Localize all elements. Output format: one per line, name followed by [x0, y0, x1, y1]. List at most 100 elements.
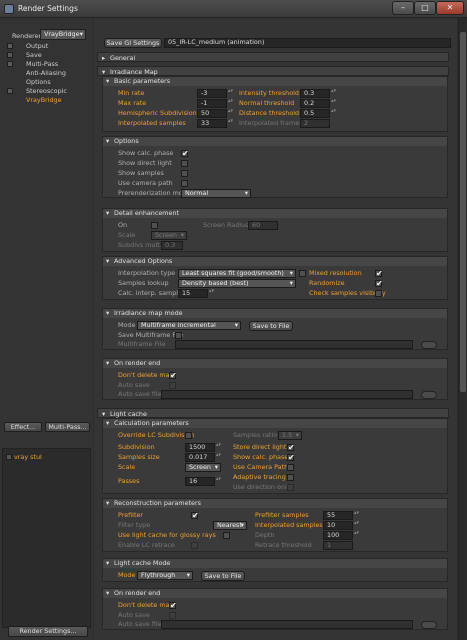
- ir-save-to-file-button[interactable]: Save to File: [249, 321, 293, 331]
- tree-item-output[interactable]: Output: [4, 42, 90, 51]
- group-header[interactable]: ▾ On render end: [103, 359, 447, 368]
- spinner-icon[interactable]: ▴▾: [216, 477, 221, 486]
- hemispheric-subdivision-input[interactable]: 50: [197, 109, 227, 118]
- tree-item-stereoscopic[interactable]: Stereoscopic: [4, 87, 90, 96]
- use-lc-glossy-checkbox[interactable]: [223, 532, 230, 539]
- spinner-icon[interactable]: ▴▾: [331, 89, 336, 98]
- show-calc-phase-checkbox[interactable]: ✔: [181, 150, 189, 158]
- prefilter-checkbox[interactable]: ✔: [191, 512, 199, 520]
- lc-show-calc-phase-checkbox[interactable]: ✔: [287, 454, 295, 462]
- store-direct-light-checkbox[interactable]: ✔: [287, 444, 295, 452]
- normal-threshold-input[interactable]: 0.2: [300, 99, 330, 108]
- detail-scale-select[interactable]: Screen: [151, 231, 187, 240]
- enable-lc-retrace-checkbox[interactable]: [191, 542, 198, 549]
- spinner-icon[interactable]: ▴▾: [331, 99, 336, 108]
- interpolation-type-select[interactable]: Least squares fit (good/smooth): [178, 269, 296, 278]
- lc-auto-save-file-input[interactable]: [161, 620, 413, 629]
- spinner-icon[interactable]: ▴▾: [354, 531, 359, 540]
- renderer-select[interactable]: VrayBridge: [40, 29, 86, 40]
- auto-save-file-input[interactable]: [161, 390, 413, 399]
- stereoscopic-checkbox[interactable]: [7, 88, 13, 94]
- tree-item-save[interactable]: Save: [4, 51, 90, 60]
- multipass-button[interactable]: Multi-Pass...: [45, 422, 90, 432]
- distance-threshold-input[interactable]: 0.5: [300, 109, 330, 118]
- spinner-icon[interactable]: ▴▾: [331, 109, 336, 118]
- samples-size-input[interactable]: 0.017: [185, 453, 215, 462]
- lc-interpolated-samples-input[interactable]: 10: [323, 521, 353, 530]
- save-checkbox[interactable]: [7, 52, 13, 58]
- spinner-icon[interactable]: ▴▾: [209, 289, 214, 298]
- section-light-cache[interactable]: ▾ Light cache: [97, 408, 449, 418]
- min-rate-input[interactable]: -3: [197, 89, 227, 98]
- group-header[interactable]: ▾ Advanced Options: [103, 257, 447, 266]
- show-samples-checkbox[interactable]: [181, 170, 188, 177]
- subdivs-mult-input[interactable]: 0.3: [161, 241, 183, 250]
- save-multiframe-file-checkbox[interactable]: [175, 332, 182, 339]
- show-direct-light-checkbox[interactable]: [181, 160, 188, 167]
- group-header[interactable]: ▾ Reconstruction parameters: [103, 499, 447, 508]
- depth-input[interactable]: 100: [323, 531, 353, 540]
- auto-save-checkbox[interactable]: [169, 382, 176, 389]
- screen-radius-input[interactable]: 60: [248, 221, 278, 230]
- vertical-scrollbar[interactable]: [458, 18, 467, 640]
- group-header[interactable]: ▾ On render end: [103, 589, 447, 598]
- passes-input[interactable]: 16: [185, 477, 215, 486]
- tree-item-options[interactable]: Options: [4, 78, 90, 87]
- scrollbar-thumb[interactable]: [460, 32, 466, 392]
- randomize-checkbox[interactable]: ✔: [375, 280, 383, 288]
- render-settings-button[interactable]: Render Settings...: [8, 626, 88, 637]
- lc-save-to-file-button[interactable]: Save to File: [201, 571, 245, 581]
- spinner-icon[interactable]: ▴▾: [216, 443, 221, 452]
- section-irradiance-map[interactable]: ▾ Irradiance Map: [97, 66, 449, 76]
- group-header[interactable]: ▾ Calculation parameters: [103, 419, 447, 428]
- preset-item[interactable]: vray stul: [5, 453, 42, 462]
- dont-delete-map-checkbox[interactable]: ✔: [169, 372, 177, 380]
- close-button[interactable]: ✕: [436, 1, 464, 15]
- calc-interp-samples-input[interactable]: 15: [178, 289, 208, 298]
- check-samples-visibility-checkbox[interactable]: [375, 290, 382, 297]
- preset-checkbox[interactable]: [6, 454, 12, 460]
- spinner-icon[interactable]: ▴▾: [228, 89, 233, 98]
- ir-mode-select[interactable]: Multiframe incremental: [137, 321, 241, 330]
- retrace-threshold-input[interactable]: 1: [323, 541, 353, 550]
- prerenderization-mode-select[interactable]: Normal: [181, 189, 251, 198]
- lc-auto-save-checkbox[interactable]: [169, 612, 176, 619]
- multipass-checkbox[interactable]: [7, 61, 13, 67]
- output-checkbox[interactable]: [7, 43, 13, 49]
- section-general[interactable]: ▸ General: [97, 52, 449, 62]
- spinner-icon[interactable]: ▴▾: [216, 453, 221, 462]
- interpolated-frames-input[interactable]: 2: [300, 119, 330, 128]
- group-header[interactable]: ▾ Options: [103, 137, 447, 146]
- group-header[interactable]: ▾ Light cache Mode: [103, 559, 447, 568]
- interpolated-samples-input[interactable]: 33: [197, 119, 227, 128]
- prefilter-samples-input[interactable]: 55: [323, 511, 353, 520]
- filter-type-select[interactable]: Nearest: [213, 521, 247, 530]
- tree-item-antialiasing[interactable]: Anti-Aliasing: [4, 69, 90, 78]
- use-direction-only-checkbox[interactable]: [287, 484, 294, 491]
- intensity-threshold-input[interactable]: 0.3: [300, 89, 330, 98]
- spinner-icon[interactable]: ▴▾: [228, 119, 233, 128]
- tree-item-multipass[interactable]: Multi-Pass: [4, 60, 90, 69]
- gi-preset-field[interactable]: 05_IR-LC_medium (animation): [164, 38, 451, 48]
- lc-mode-select[interactable]: Flythrough: [137, 571, 193, 580]
- browse-button[interactable]: [421, 621, 437, 629]
- override-lc-subdivision-checkbox[interactable]: [185, 432, 192, 439]
- browse-button[interactable]: [421, 341, 437, 349]
- spinner-icon[interactable]: ▴▾: [354, 511, 359, 520]
- lc-dont-delete-map-checkbox[interactable]: ✔: [169, 602, 177, 610]
- group-header[interactable]: ▾ Basic parameters: [103, 77, 447, 86]
- use-camera-path-lc-checkbox[interactable]: [287, 464, 294, 471]
- samples-ratio-select[interactable]: 1.5: [278, 431, 302, 440]
- subdivision-input[interactable]: 1500: [185, 443, 215, 452]
- spinner-icon[interactable]: ▴▾: [354, 521, 359, 530]
- multiframe-file-input[interactable]: [175, 340, 413, 349]
- use-camera-path-checkbox[interactable]: [181, 180, 188, 187]
- interp-type-extra-checkbox[interactable]: [299, 270, 306, 277]
- max-rate-input[interactable]: -1: [197, 99, 227, 108]
- save-gi-settings-button[interactable]: Save GI Settings: [104, 38, 162, 48]
- lc-scale-select[interactable]: Screen: [185, 463, 221, 472]
- group-header[interactable]: ▾ Detail enhancement: [103, 209, 447, 218]
- tree-item-vraybridge[interactable]: VrayBridge: [4, 96, 90, 105]
- spinner-icon[interactable]: ▴▾: [228, 99, 233, 108]
- mixed-resolution-checkbox[interactable]: ✔: [375, 270, 383, 278]
